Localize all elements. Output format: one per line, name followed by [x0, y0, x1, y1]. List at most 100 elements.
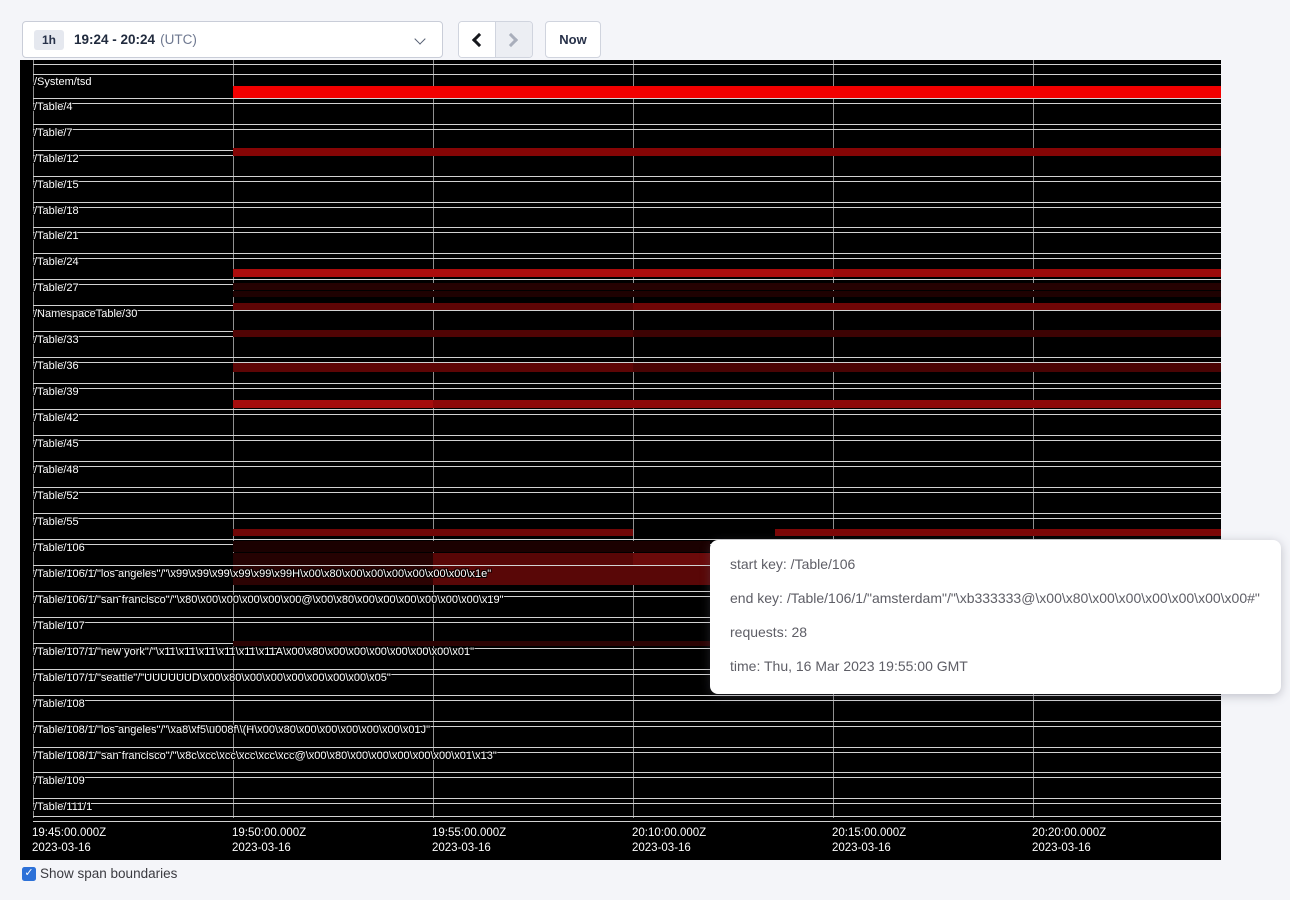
span-boundary-line: [33, 181, 1221, 182]
span-boundary-line: [33, 124, 1221, 125]
span-boundary-line: [33, 414, 1221, 415]
next-range-button-disabled[interactable]: [496, 22, 533, 57]
heat-band: [233, 330, 633, 337]
row-label: /Table/33: [34, 334, 79, 346]
heat-band: [233, 553, 433, 565]
span-boundary-line: [33, 357, 1221, 358]
span-boundary-line: [33, 74, 1221, 75]
span-boundary-line: [33, 388, 1221, 389]
span-boundary-line: [33, 383, 1221, 384]
span-boundary-line: [33, 487, 1221, 488]
row-label: /Table/108: [34, 698, 85, 710]
row-label: /Table/39: [34, 386, 79, 398]
show-span-boundaries-checkbox[interactable]: ✓: [22, 867, 36, 881]
axis-tick-label: 20:15:00.000Z2023-03-16: [832, 826, 906, 856]
row-label: /Table/52: [34, 490, 79, 502]
row-label: /Table/45: [34, 438, 79, 450]
span-boundary-line: [33, 227, 1221, 228]
time-range-timezone: (UTC): [160, 32, 197, 47]
chevron-left-icon: [472, 32, 486, 46]
row-label: /Table/36: [34, 360, 79, 372]
heat-band: [433, 553, 633, 565]
row-label: /NamespaceTable/30: [34, 308, 137, 320]
row-label: /Table/12: [34, 153, 79, 165]
now-button[interactable]: Now: [545, 21, 601, 58]
row-label: /Table/111/1: [34, 801, 92, 813]
axis-tick-label: 20:20:00.000Z2023-03-16: [1032, 826, 1106, 856]
span-boundary-line: [33, 816, 1221, 817]
tooltip-start-key: start key: /Table/106: [730, 554, 1267, 574]
key-visualizer-canvas[interactable]: /System/tsd/Table/4/Table/7/Table/12/Tab…: [20, 60, 1221, 860]
tooltip-end-key: end key: /Table/106/1/"amsterdam"/"\xb33…: [730, 588, 1267, 608]
axis-tick-label: 19:45:00.000Z2023-03-16: [32, 826, 106, 856]
axis-tick-label: 19:55:00.000Z2023-03-16: [432, 826, 506, 856]
heat-band: [633, 303, 1221, 310]
row-label: /Table/108/1/"los angeles"/"\xa8\xf5\u00…: [34, 724, 430, 736]
row-label: /Table/4: [34, 101, 73, 113]
axis-tick-label: 20:10:00.000Z2023-03-16: [632, 826, 706, 856]
tooltip-time: time: Thu, 16 Mar 2023 19:55:00 GMT: [730, 656, 1267, 676]
row-label: /Table/106/1/"san francisco"/"\x80\x00\x…: [34, 594, 504, 606]
tooltip-requests: requests: 28: [730, 622, 1267, 642]
span-boundary-line: [33, 253, 1221, 254]
heat-band: [833, 269, 1221, 277]
row-label: /Table/106/1/"los angeles"/"\x99\x99\x99…: [34, 568, 491, 580]
heat-band: [633, 363, 1221, 372]
axis-tick-label: 19:50:00.000Z2023-03-16: [232, 826, 306, 856]
span-boundary-line: [33, 821, 1221, 822]
span-boundary-line: [33, 492, 1221, 493]
span-boundary-line: [33, 409, 1221, 410]
heat-band: [233, 529, 633, 536]
span-boundary-line: [33, 798, 1221, 799]
row-label: /Table/7: [34, 127, 73, 139]
row-label: /Table/21: [34, 230, 79, 242]
heat-band: [233, 283, 1221, 290]
row-label: /Table/42: [34, 412, 79, 424]
span-boundary-line: [33, 772, 1221, 773]
row-label: /Table/18: [34, 205, 79, 217]
span-boundary-line: [33, 747, 1221, 748]
span-boundaries-control: ✓ Show span boundaries: [22, 866, 177, 881]
row-label: /Table/107: [34, 620, 85, 632]
span-boundary-line: [33, 258, 1221, 259]
checkmark-icon: ✓: [24, 868, 33, 879]
span-boundary-line: [33, 279, 1221, 280]
previous-range-button[interactable]: [459, 22, 496, 57]
time-range-duration-badge: 1h: [34, 30, 64, 50]
time-range-dropdown[interactable]: 1h 19:24 - 20:24 (UTC): [22, 21, 443, 58]
span-boundary-line: [33, 207, 1221, 208]
row-label: /Table/107/1/"new york"/"\x11\x11\x11\x1…: [34, 646, 474, 658]
span-boundary-line: [33, 466, 1221, 467]
heat-band: [233, 86, 1221, 98]
heat-band: [233, 541, 710, 552]
heat-band: [233, 148, 1221, 156]
chevron-down-icon: [414, 33, 425, 44]
row-label: /Table/107/1/"seattle"/"UUUUUUD\x00\x80\…: [34, 672, 391, 684]
span-boundary-line: [33, 202, 1221, 203]
span-boundary-line: [33, 695, 1221, 696]
span-boundary-line: [33, 98, 1221, 99]
span-boundary-line: [33, 777, 1221, 778]
heat-band: [633, 330, 1221, 337]
span-boundary-line: [33, 64, 1221, 65]
heat-band: [775, 529, 1221, 536]
heat-band: [233, 291, 1221, 297]
row-label: /Table/55: [34, 516, 79, 528]
time-range-nav: [458, 21, 533, 58]
heat-band: [233, 269, 833, 277]
chevron-right-icon: [504, 32, 518, 46]
span-boundary-line: [33, 461, 1221, 462]
time-range-value: 19:24 - 20:24: [74, 32, 155, 47]
heat-band: [233, 363, 633, 372]
span-boundary-line: [33, 103, 1221, 104]
heat-band: [233, 303, 633, 310]
span-boundary-line: [33, 518, 1221, 519]
span-boundary-line: [33, 721, 1221, 722]
row-label: /Table/108/1/"san francisco"/"\x8c\xcc\x…: [34, 750, 497, 762]
span-boundary-line: [33, 129, 1221, 130]
span-boundary-line: [33, 440, 1221, 441]
span-boundary-line: [33, 176, 1221, 177]
row-label: /Table/106: [34, 542, 85, 554]
row-label: /Table/48: [34, 464, 79, 476]
heat-band: [633, 553, 710, 565]
